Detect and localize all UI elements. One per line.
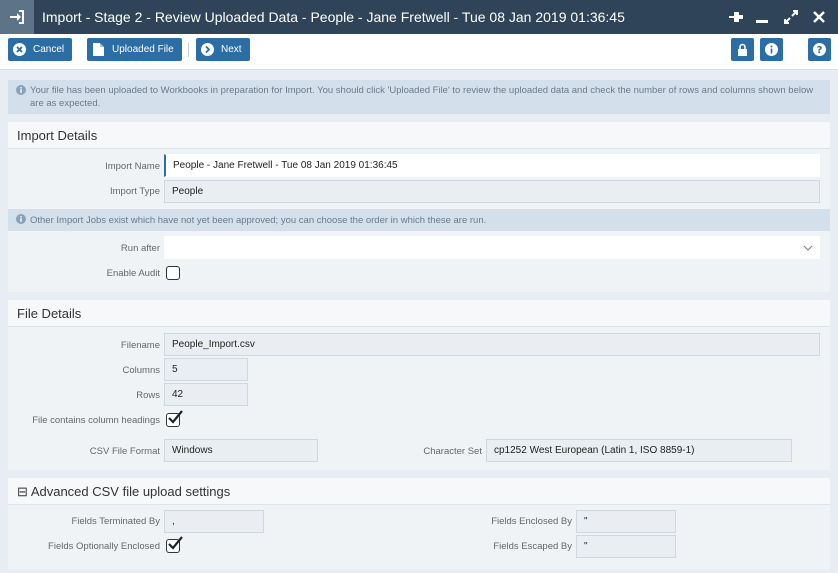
title-bar: Import - Stage 2 - Review Uploaded Data … xyxy=(0,0,838,34)
info-icon[interactable] xyxy=(760,38,783,61)
columns-field: 5 xyxy=(164,358,248,381)
run-after-label: Run after xyxy=(120,243,160,254)
columns-label: Columns xyxy=(122,365,161,376)
advanced-csv-heading[interactable]: ⊟ Advanced CSV file upload settings xyxy=(8,478,830,505)
import-details-heading: Import Details xyxy=(8,122,830,149)
upload-info-text: Your file has been uploaded to Workbooks… xyxy=(30,85,814,109)
info-circle-icon xyxy=(16,214,26,228)
uploaded-file-label: Uploaded File xyxy=(112,44,174,55)
fields-terminated-label: Fields Terminated By xyxy=(71,516,160,527)
cancel-icon xyxy=(12,42,27,57)
lock-icon[interactable] xyxy=(731,38,754,61)
rows-label: Rows xyxy=(136,390,160,401)
window-title: Import - Stage 2 - Review Uploaded Data … xyxy=(42,9,625,25)
collapse-icon[interactable]: ⊟ xyxy=(17,484,28,499)
column-headings-label: File contains column headings xyxy=(32,415,160,426)
import-type-label: Import Type xyxy=(110,186,160,197)
file-details-panel: File Details Filename People_Import.csv … xyxy=(8,300,830,470)
import-details-panel: Import Details Import Name People - Jane… xyxy=(8,122,830,292)
csv-format-field: Windows xyxy=(164,439,318,462)
file-details-heading: File Details xyxy=(8,300,830,327)
fields-enclosed-label: Fields Enclosed By xyxy=(491,516,572,527)
pin-icon[interactable] xyxy=(724,6,746,28)
fields-escaped-field: " xyxy=(576,535,676,558)
info-circle-icon xyxy=(16,85,26,99)
close-icon[interactable] xyxy=(808,6,830,28)
advanced-csv-title: Advanced CSV file upload settings xyxy=(30,484,231,499)
chevron-down-icon xyxy=(803,243,813,255)
other-jobs-text: Other Import Jobs exist which have not y… xyxy=(30,215,487,226)
character-set-label: Character Set xyxy=(423,446,482,457)
cancel-label: Cancel xyxy=(33,44,65,55)
cancel-button[interactable]: Cancel xyxy=(8,38,73,61)
fields-terminated-field: , xyxy=(164,510,264,533)
fields-optionally-enclosed-checkbox[interactable] xyxy=(166,536,183,553)
help-icon[interactable]: ? xyxy=(808,38,831,61)
filename-label: Filename xyxy=(120,340,160,351)
uploaded-file-button[interactable]: Uploaded File xyxy=(87,38,182,61)
import-icon xyxy=(0,0,34,34)
next-icon xyxy=(200,42,215,57)
run-after-select[interactable] xyxy=(164,236,820,259)
upload-info-message: Your file has been uploaded to Workbooks… xyxy=(8,80,830,114)
rows-field: 42 xyxy=(164,383,248,406)
svg-text:?: ? xyxy=(817,45,823,56)
next-button[interactable]: Next xyxy=(196,38,250,61)
import-name-input[interactable]: People - Jane Fretwell - Tue 08 Jan 2019… xyxy=(164,154,820,177)
import-type-field: People xyxy=(164,180,820,203)
file-icon xyxy=(91,42,106,57)
character-set-field: cp1252 West European (Latin 1, ISO 8859-… xyxy=(486,439,792,462)
next-label: Next xyxy=(221,44,242,55)
import-name-label: Import Name xyxy=(105,161,160,172)
enable-audit-label: Enable Audit xyxy=(106,268,160,279)
fields-enclosed-field: " xyxy=(576,510,676,533)
toolbar: Cancel Uploaded File Next ? xyxy=(0,34,838,70)
enable-audit-checkbox[interactable] xyxy=(166,266,180,280)
fields-escaped-label: Fields Escaped By xyxy=(493,541,572,552)
minimize-icon[interactable] xyxy=(751,6,773,28)
column-headings-checkbox[interactable] xyxy=(166,410,183,427)
maximize-icon[interactable] xyxy=(780,6,802,28)
csv-format-label: CSV File Format xyxy=(89,446,160,457)
fields-optionally-enclosed-label: Fields Optionally Enclosed xyxy=(48,541,160,552)
advanced-csv-panel: ⊟ Advanced CSV file upload settings Fiel… xyxy=(8,478,830,570)
toolbar-separator xyxy=(188,43,189,57)
other-jobs-message: Other Import Jobs exist which have not y… xyxy=(8,209,830,231)
filename-field: People_Import.csv xyxy=(164,333,820,356)
